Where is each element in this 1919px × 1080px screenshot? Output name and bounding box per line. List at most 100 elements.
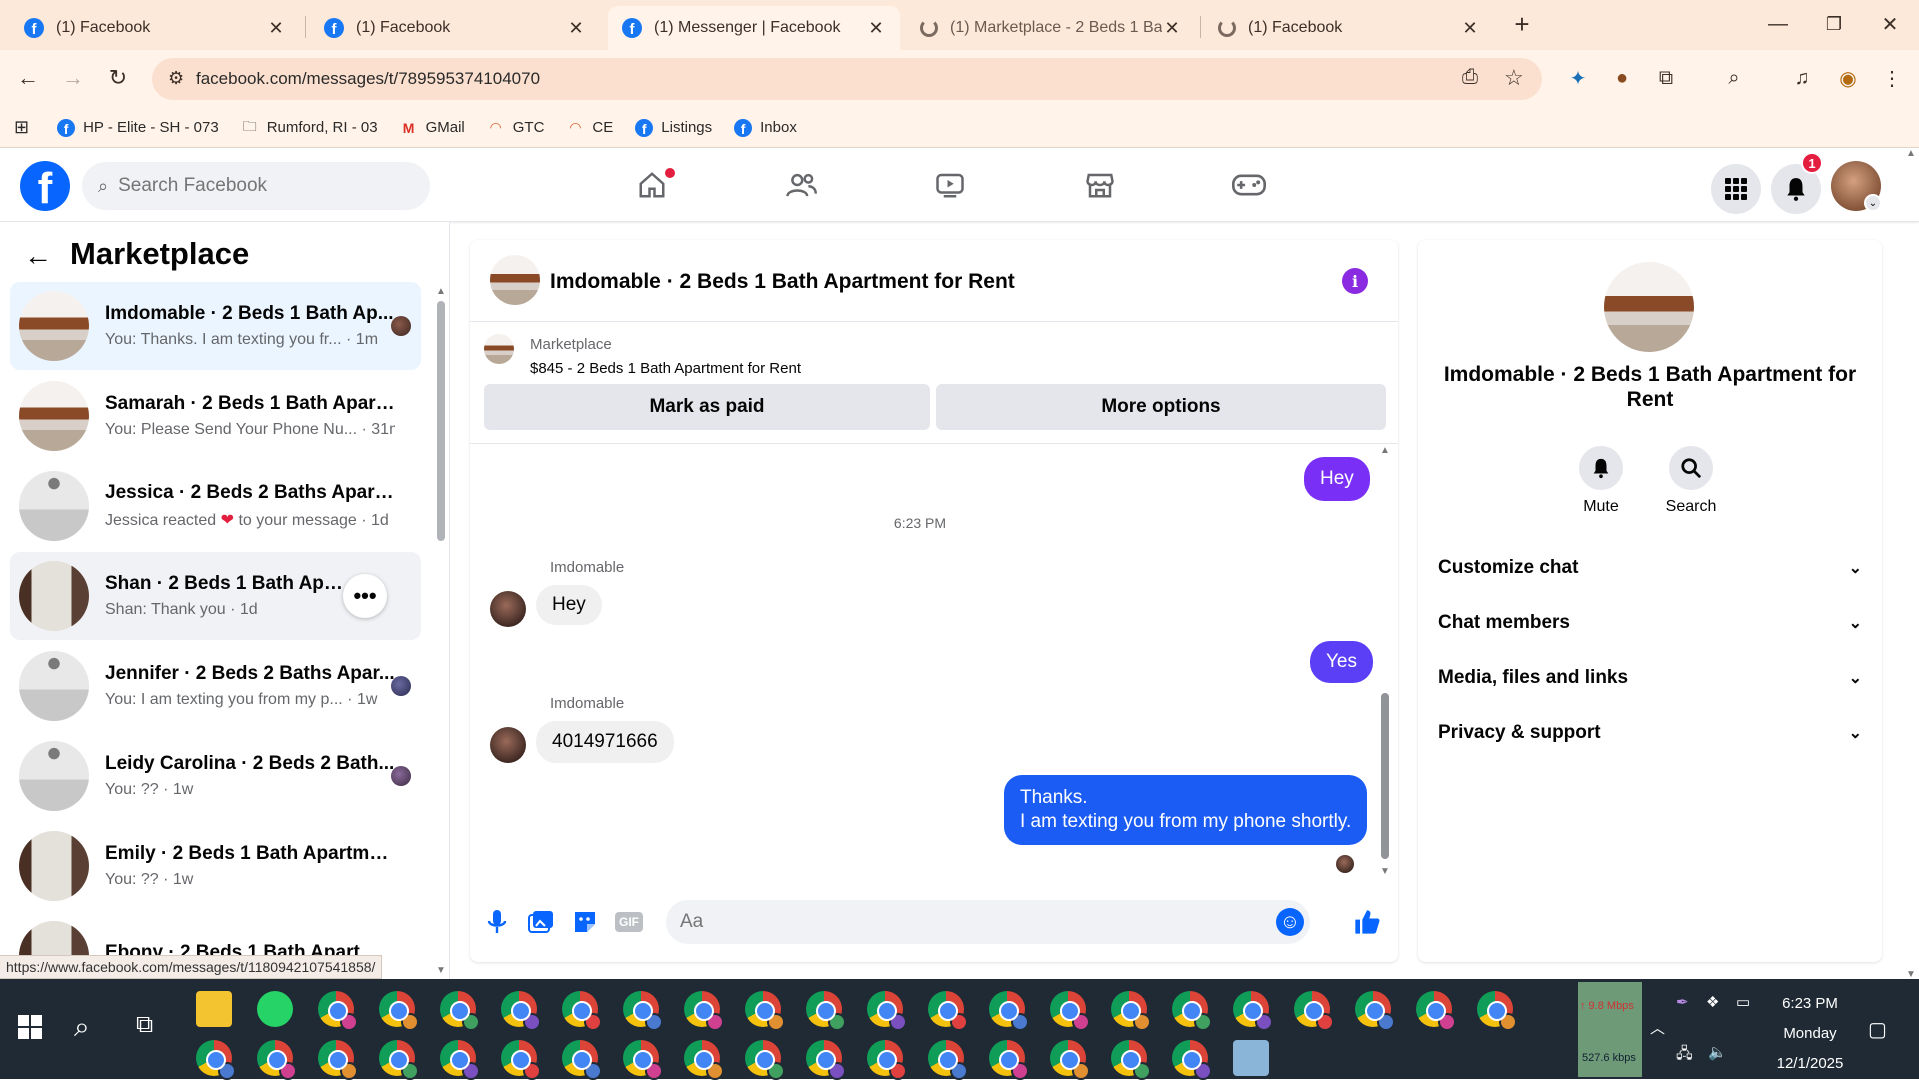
conversation-item[interactable]: Leidy Carolina · 2 Beds 2 Bath... You: ?… (10, 732, 421, 820)
close-icon[interactable]: ✕ (1162, 18, 1182, 39)
mark-as-paid-button[interactable]: Mark as paid (484, 384, 930, 430)
reload-button[interactable]: ↻ (100, 60, 136, 96)
nav-gaming[interactable] (1194, 156, 1304, 214)
bookmark-item[interactable]: f Listings (635, 118, 712, 137)
new-tab-button[interactable]: + (1494, 0, 1550, 48)
extensions-puzzle-icon[interactable]: ⧉ (1652, 64, 1680, 92)
back-arrow-icon[interactable]: ← (24, 240, 52, 272)
chrome-profile-icon[interactable] (1172, 991, 1212, 1031)
chrome-profile-icon[interactable] (440, 1040, 480, 1080)
message-bubble-outgoing[interactable]: Thanks. I am texting you from my phone s… (1004, 775, 1368, 845)
sticker-icon[interactable] (570, 907, 600, 937)
message-bubble-outgoing[interactable]: Hey (1304, 457, 1370, 501)
chrome-profile-icon[interactable] (1111, 991, 1151, 1031)
install-icon[interactable]: ⎙ (1462, 66, 1478, 89)
message-input[interactable] (680, 911, 1240, 933)
chrome-profile-icon[interactable] (196, 1040, 236, 1080)
pen-icon[interactable]: ✒ (1676, 993, 1689, 1011)
nav-marketplace[interactable] (1045, 156, 1155, 214)
like-thumbs-up-icon[interactable] (1352, 907, 1382, 937)
windows-start-icon[interactable] (18, 1015, 42, 1044)
notifications-button[interactable]: 1 (1771, 152, 1823, 214)
photo-icon[interactable] (526, 907, 556, 937)
scroll-up-icon[interactable]: ▲ (436, 286, 446, 297)
chrome-profile-icon[interactable] (1477, 991, 1517, 1031)
chrome-profile-icon[interactable] (501, 1040, 541, 1080)
chrome-profile-icon[interactable] (1050, 991, 1090, 1031)
network-icon[interactable]: 🖧 (1676, 1043, 1693, 1068)
extension-icon[interactable]: ✦ (1564, 64, 1592, 92)
privacy-support-section[interactable]: Privacy & support ⌄ (1438, 713, 1862, 753)
more-options-button[interactable]: More options (936, 384, 1386, 430)
address-bar[interactable]: ⚙ facebook.com/messages/t/78959537410407… (152, 58, 1542, 100)
cookie-icon[interactable]: ● (1608, 64, 1636, 92)
conversation-item[interactable]: Samarah · 2 Beds 1 Bath Apartm... You: P… (10, 372, 421, 460)
profile-icon[interactable]: ◉ (1834, 64, 1862, 92)
chrome-profile-icon[interactable] (928, 991, 968, 1031)
system-clock[interactable]: 6:23 PM Monday 12/1/2025 (1760, 989, 1860, 1079)
browser-tab[interactable]: (1) Facebook ✕ (1204, 6, 1494, 50)
listing-thumbnail[interactable] (484, 334, 514, 364)
chrome-profile-icon[interactable] (1111, 1040, 1151, 1080)
chrome-profile-icon[interactable] (1294, 991, 1334, 1031)
chrome-profile-icon[interactable] (318, 991, 358, 1031)
close-icon[interactable]: ✕ (566, 18, 586, 39)
minimize-button[interactable]: — (1750, 0, 1806, 48)
chrome-profile-icon[interactable] (1416, 991, 1456, 1031)
task-view-icon[interactable]: ⧉ (136, 1011, 153, 1039)
chrome-profile-icon[interactable] (1050, 1040, 1090, 1080)
bookmark-item[interactable]: ◠ GTC (487, 119, 545, 137)
scroll-down-icon[interactable]: ▼ (436, 965, 446, 976)
more-options-icon[interactable]: ••• (343, 574, 387, 618)
chrome-profile-icon[interactable] (989, 991, 1029, 1031)
browser-tab[interactable]: f (1) Facebook ✕ (10, 6, 300, 50)
battery-icon[interactable]: ▭ (1736, 993, 1750, 1011)
customize-chat-section[interactable]: Customize chat ⌄ (1438, 548, 1862, 588)
scroll-down-icon[interactable]: ▼ (1378, 866, 1392, 877)
gif-icon[interactable]: GIF (614, 907, 644, 937)
chrome-profile-icon[interactable] (867, 1040, 907, 1080)
chrome-profile-icon[interactable] (989, 1040, 1029, 1080)
message-bubble-incoming[interactable]: Hey (536, 585, 602, 625)
chrome-profile-icon[interactable] (379, 991, 419, 1031)
emoji-icon[interactable]: ☺ (1276, 908, 1304, 936)
site-info-icon[interactable]: ⚙ (168, 68, 184, 89)
chrome-profile-icon[interactable] (928, 1040, 968, 1080)
chrome-profile-icon[interactable] (440, 991, 480, 1031)
browser-menu-icon[interactable]: ⋮ (1878, 64, 1906, 92)
chat-title[interactable]: Imdomable · 2 Beds 1 Bath Apartment for … (550, 270, 1015, 294)
chrome-profile-icon[interactable] (562, 991, 602, 1031)
scrollbar-thumb[interactable] (1381, 693, 1389, 859)
search-input[interactable] (118, 175, 399, 197)
dropbox-icon[interactable]: ❖ (1706, 993, 1719, 1011)
chrome-profile-icon[interactable] (806, 1040, 846, 1080)
chat-avatar[interactable] (490, 255, 540, 305)
scroll-up-icon[interactable]: ▲ (1903, 148, 1919, 159)
chevron-down-icon[interactable]: ⌄ (1864, 194, 1882, 212)
chrome-profile-icon[interactable] (501, 991, 541, 1031)
chrome-profile-icon[interactable] (257, 1040, 297, 1080)
chrome-profile-icon[interactable] (1172, 1040, 1212, 1080)
chrome-profile-icon[interactable] (379, 1040, 419, 1080)
back-button[interactable]: ← (10, 60, 46, 96)
close-icon[interactable]: ✕ (266, 18, 286, 39)
search-in-chat-button[interactable]: Search (1656, 446, 1726, 516)
chrome-profile-icon[interactable] (806, 991, 846, 1031)
microphone-icon[interactable] (482, 907, 512, 937)
chrome-profile-icon[interactable] (562, 1040, 602, 1080)
conversation-item[interactable]: Imdomable · 2 Beds 1 Bath Ap... You: Tha… (10, 282, 421, 370)
info-icon[interactable]: i (1342, 268, 1368, 294)
chrome-profile-icon[interactable] (1233, 991, 1273, 1031)
scrollbar-thumb[interactable] (437, 301, 445, 541)
conversation-item[interactable]: Jennifer · 2 Beds 2 Baths Apar... You: I… (10, 642, 421, 730)
volume-icon[interactable]: 🔈 (1708, 1043, 1727, 1061)
chrome-profile-icon[interactable] (1355, 991, 1395, 1031)
chrome-profile-icon[interactable] (745, 1040, 785, 1080)
notification-center-icon[interactable]: ▢ (1868, 1017, 1887, 1042)
listing-title[interactable]: $845 - 2 Beds 1 Bath Apartment for Rent (530, 360, 801, 377)
chrome-profile-icon[interactable] (684, 991, 724, 1031)
media-control-icon[interactable]: ♫ (1788, 64, 1816, 92)
facebook-logo-icon[interactable]: f (20, 161, 70, 211)
app-icon[interactable] (1233, 1040, 1269, 1076)
chat-members-section[interactable]: Chat members ⌄ (1438, 603, 1862, 643)
